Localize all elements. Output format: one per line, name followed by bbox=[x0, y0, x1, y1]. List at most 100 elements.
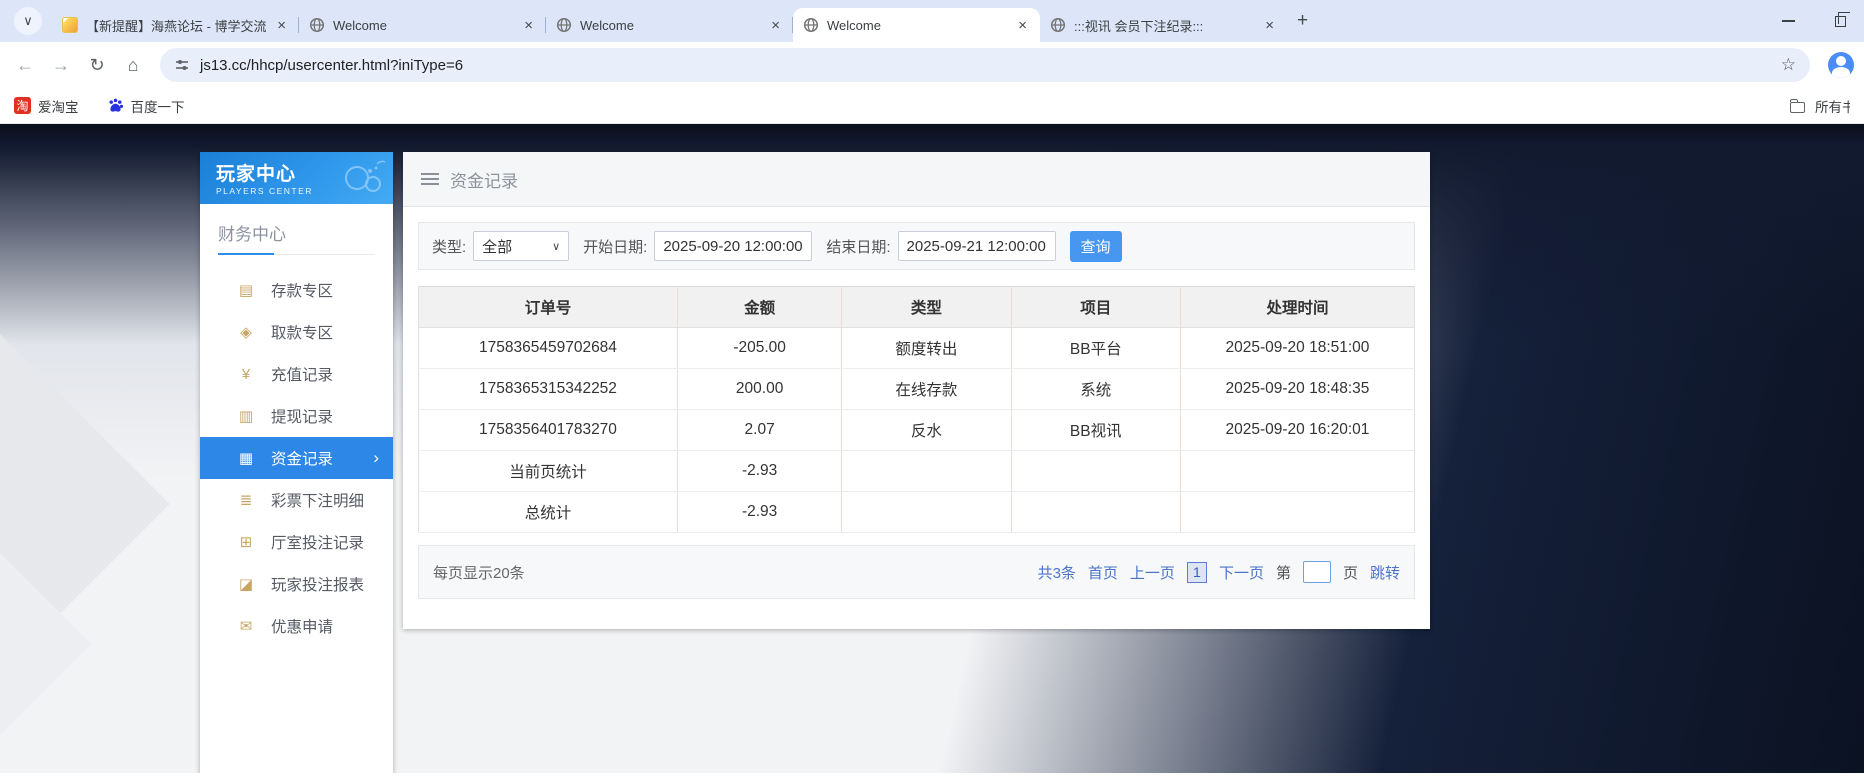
tab-close-icon[interactable]: × bbox=[274, 17, 289, 34]
table-row: 1758365459702684 -205.00 额度转出 BB平台 2025-… bbox=[418, 327, 1416, 369]
funds-card-icon: ▦ bbox=[238, 450, 254, 467]
first-page-link[interactable]: 首页 bbox=[1088, 562, 1118, 583]
withdraw-hand-icon: ◈ bbox=[240, 324, 252, 341]
tab-close-icon[interactable]: × bbox=[521, 17, 536, 34]
bookmark-star-icon[interactable]: ☆ bbox=[1775, 55, 1802, 75]
sidebar-item-hall-bet-records[interactable]: ⊞ 厅室投注记录 bbox=[200, 521, 393, 563]
tab-betting-records[interactable]: :::视讯 会员下注纪录::: × bbox=[1040, 8, 1287, 42]
jump-label-post: 页 bbox=[1342, 564, 1358, 582]
jump-link[interactable]: 跳转 bbox=[1370, 562, 1400, 583]
page-number-input[interactable] bbox=[1302, 561, 1331, 583]
table-row: 1758365315342252 200.00 在线存款 系统 2025-09-… bbox=[418, 368, 1416, 410]
filter-bar: 类型: 全部 ∨ 开始日期: 2025-09-20 12:00:00 结束日期:… bbox=[418, 222, 1415, 270]
cell-item: BB平台 bbox=[1011, 327, 1181, 369]
all-bookmarks[interactable]: 所有书签 bbox=[1780, 96, 1850, 116]
bookmark-baidu[interactable]: 百度一下 bbox=[107, 96, 185, 116]
tab-haiyan-forum[interactable]: 【新提醒】海燕论坛 - 博学交流 × bbox=[52, 8, 299, 42]
sidebar-item-label: 存款专区 bbox=[271, 283, 334, 300]
cell-type: 反水 bbox=[841, 409, 1012, 451]
pagination-bar: 每页显示20条 共3条 首页 上一页 1 下一页 第 页 跳转 bbox=[418, 545, 1415, 599]
sidebar-item-withdrawal-records[interactable]: ▥ 提现记录 bbox=[200, 395, 393, 437]
pagination-controls: 共3条 首页 上一页 1 下一页 第 页 跳转 bbox=[1038, 561, 1400, 583]
tab-search-button[interactable]: ∨ bbox=[14, 7, 42, 35]
cell-label: 当前页统计 bbox=[418, 450, 678, 492]
new-tab-button[interactable]: + bbox=[1297, 10, 1308, 32]
cell-time: 2025-09-20 18:51:00 bbox=[1180, 327, 1416, 369]
sidebar-item-recharge-records[interactable]: ¥ 充值记录 bbox=[200, 353, 393, 395]
profile-avatar[interactable] bbox=[1828, 52, 1854, 78]
home-icon[interactable]: ⌂ bbox=[118, 50, 148, 80]
tab-title: Welcome bbox=[827, 17, 881, 33]
cell-empty bbox=[1180, 491, 1416, 533]
all-bookmarks-label: 所有书签 bbox=[1815, 99, 1850, 115]
sidebar-banner: 玩家中心 PLAYERS CENTER bbox=[200, 152, 393, 204]
reload-icon[interactable]: ↻ bbox=[82, 50, 112, 80]
gamepad-icon bbox=[345, 160, 386, 192]
table-row-grand-total: 总统计 -2.93 bbox=[418, 491, 1416, 533]
sidebar-item-label: 玩家投注报表 bbox=[271, 577, 365, 594]
cell-amount: -2.93 bbox=[677, 450, 843, 492]
jump-label-pre: 第 bbox=[1275, 564, 1291, 582]
panel-header: 资金记录 bbox=[403, 152, 1430, 207]
end-date-input[interactable]: 2025-09-21 12:00:00 bbox=[897, 231, 1056, 261]
chevron-down-icon: ∨ bbox=[552, 240, 561, 253]
bookmark-label: 爱淘宝 bbox=[38, 99, 79, 115]
sidebar-item-lottery-bet-details[interactable]: ≣ 彩票下注明细 bbox=[200, 479, 393, 521]
cell-empty bbox=[1011, 450, 1181, 492]
cell-order-no: 1758365459702684 bbox=[418, 327, 678, 369]
sidebar-item-label: 彩票下注明细 bbox=[271, 493, 365, 510]
type-select[interactable]: 全部 ∨ bbox=[473, 231, 570, 261]
wallet-icon: ▥ bbox=[238, 408, 254, 425]
sidebar-item-label: 充值记录 bbox=[271, 367, 334, 384]
next-page-link[interactable]: 下一页 bbox=[1219, 562, 1264, 583]
tab-close-icon[interactable]: × bbox=[1015, 17, 1030, 34]
header-order-no: 订单号 bbox=[418, 286, 678, 328]
back-icon[interactable]: ← bbox=[10, 50, 40, 80]
prev-page-link[interactable]: 上一页 bbox=[1130, 562, 1175, 583]
tab-title: :::视讯 会员下注纪录::: bbox=[1074, 18, 1204, 34]
tab-welcome-1[interactable]: Welcome × bbox=[299, 8, 546, 42]
table-row: 1758356401783270 2.07 反水 BB视讯 2025-09-20… bbox=[418, 409, 1416, 451]
cell-empty bbox=[841, 491, 1012, 533]
tab-close-icon[interactable]: × bbox=[1262, 17, 1277, 34]
window-maximize-button[interactable] bbox=[1835, 11, 1850, 27]
sidebar-item-player-bet-report[interactable]: ◪ 玩家投注报表 bbox=[200, 563, 393, 605]
header-amount: 金额 bbox=[677, 286, 843, 328]
cell-empty bbox=[841, 450, 1012, 492]
cell-amount: -2.93 bbox=[677, 491, 843, 533]
site-info-icon[interactable] bbox=[174, 57, 190, 73]
start-date-input[interactable]: 2025-09-20 12:00:00 bbox=[654, 231, 813, 261]
bookmark-taobao[interactable]: 淘 爱淘宝 bbox=[14, 96, 79, 116]
globe-icon bbox=[803, 17, 819, 33]
sidebar-item-deposit-zone[interactable]: ▤ 存款专区 bbox=[200, 269, 393, 311]
sidebar-item-label: 优惠申请 bbox=[271, 619, 334, 636]
sidebar-item-label: 提现记录 bbox=[271, 409, 334, 426]
money-bag-icon: ¥ bbox=[241, 365, 251, 383]
tab-strip: ∨ 【新提醒】海燕论坛 - 博学交流 × Welcome × Welcome ×… bbox=[0, 0, 1864, 42]
sidebar-item-withdraw-zone[interactable]: ◈ 取款专区 bbox=[200, 311, 393, 353]
cell-amount: 200.00 bbox=[677, 368, 843, 410]
sidebar-item-funds-records[interactable]: ▦ 资金记录 › bbox=[200, 437, 393, 479]
sidebar-item-label: 厅室投注记录 bbox=[271, 535, 365, 552]
section-title: 财务中心 bbox=[218, 225, 286, 244]
current-page-badge: 1 bbox=[1186, 561, 1207, 583]
table-row-page-total: 当前页统计 -2.93 bbox=[418, 450, 1416, 492]
per-page-label: 每页显示20条 bbox=[433, 564, 525, 582]
window-minimize-button[interactable] bbox=[1782, 20, 1795, 22]
start-date-label: 开始日期: bbox=[583, 238, 648, 256]
tab-welcome-2[interactable]: Welcome × bbox=[546, 8, 793, 42]
url-text[interactable]: js13.cc/hhcp/usercenter.html?iniType=6 bbox=[200, 57, 1765, 74]
address-bar[interactable]: js13.cc/hhcp/usercenter.html?iniType=6 ☆ bbox=[160, 48, 1810, 82]
cell-type: 额度转出 bbox=[841, 327, 1012, 369]
player-center-sidebar: 玩家中心 PLAYERS CENTER 财务中心 ▤ 存款专区 ◈ 取款专区 ¥… bbox=[200, 152, 393, 773]
sidebar-item-promo-application[interactable]: ✉ 优惠申请 bbox=[200, 605, 393, 647]
table-header-row: 订单号 金额 类型 项目 处理时间 bbox=[418, 286, 1416, 328]
chart-icon: ◪ bbox=[238, 576, 254, 593]
bookmarks-bar: 淘 爱淘宝 百度一下 所有书签 bbox=[0, 88, 1864, 124]
tab-close-icon[interactable]: × bbox=[768, 17, 783, 34]
list-icon: ≣ bbox=[239, 492, 253, 509]
forward-icon[interactable]: → bbox=[46, 50, 76, 80]
header-type: 类型 bbox=[841, 286, 1012, 328]
tab-welcome-active[interactable]: Welcome × bbox=[793, 8, 1040, 42]
query-button[interactable]: 查询 bbox=[1069, 230, 1122, 262]
